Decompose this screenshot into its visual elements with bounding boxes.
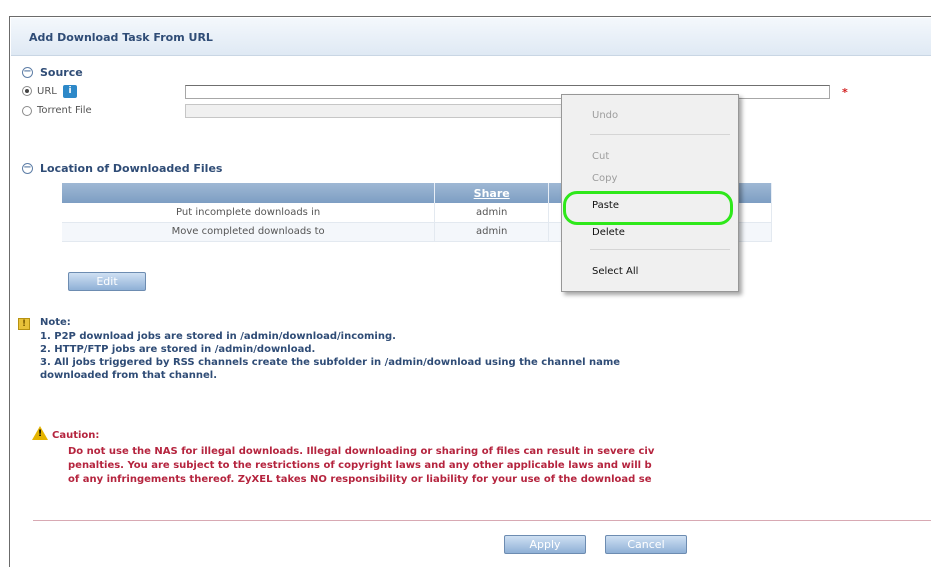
warning-icon: ! [32,426,48,440]
menu-separator [590,134,730,135]
edit-button[interactable]: Edit [68,272,146,291]
row-share: admin [434,203,550,223]
menu-item-undo[interactable]: Undo [592,110,618,121]
column-header-label [62,183,436,203]
menu-item-select-all[interactable]: Select All [592,266,638,277]
location-collapse-icon[interactable]: − [22,163,33,174]
caution-title: Caution: [52,430,100,441]
note-line-4: downloaded from that channel. [40,370,218,381]
caution-line-3: of any infringements thereof. ZyXEL take… [68,474,652,485]
column-header-share[interactable]: Share [434,183,550,203]
source-collapse-icon[interactable]: − [22,67,33,78]
url-radio[interactable] [22,86,32,96]
torrent-file-input[interactable] [185,104,565,118]
cancel-button[interactable]: Cancel [605,535,687,554]
note-title: Note: [40,317,71,328]
info-icon[interactable]: i [63,85,77,98]
footer-divider [33,520,931,521]
note-line-2: 2. HTTP/FTP jobs are stored in /admin/do… [40,344,316,355]
row-label: Put incomplete downloads in [62,203,436,223]
required-mark: * [842,86,848,99]
menu-item-delete[interactable]: Delete [592,227,625,238]
torrent-radio[interactable] [22,106,32,116]
row-share: admin [434,222,550,242]
apply-button[interactable]: Apply [504,535,586,554]
paste-highlight-ring [563,191,733,225]
dialog-title: Add Download Task From URL [29,31,213,44]
caution-line-1: Do not use the NAS for illegal downloads… [68,446,655,457]
row-label: Move completed downloads to [62,222,436,242]
note-icon: ! [18,318,30,330]
note-line-1: 1. P2P download jobs are stored in /admi… [40,331,396,342]
menu-item-cut[interactable]: Cut [592,151,609,162]
caution-line-2: penalties. You are subject to the restri… [68,460,652,471]
menu-separator [590,249,730,250]
source-section-title: Source [40,66,83,79]
location-section-title: Location of Downloaded Files [40,162,223,175]
menu-item-copy[interactable]: Copy [592,173,617,184]
url-label: URL [37,86,57,97]
dialog-titlebar: Add Download Task From URL [11,18,931,56]
torrent-label: Torrent File [37,105,92,116]
note-line-3: 3. All jobs triggered by RSS channels cr… [40,357,621,368]
